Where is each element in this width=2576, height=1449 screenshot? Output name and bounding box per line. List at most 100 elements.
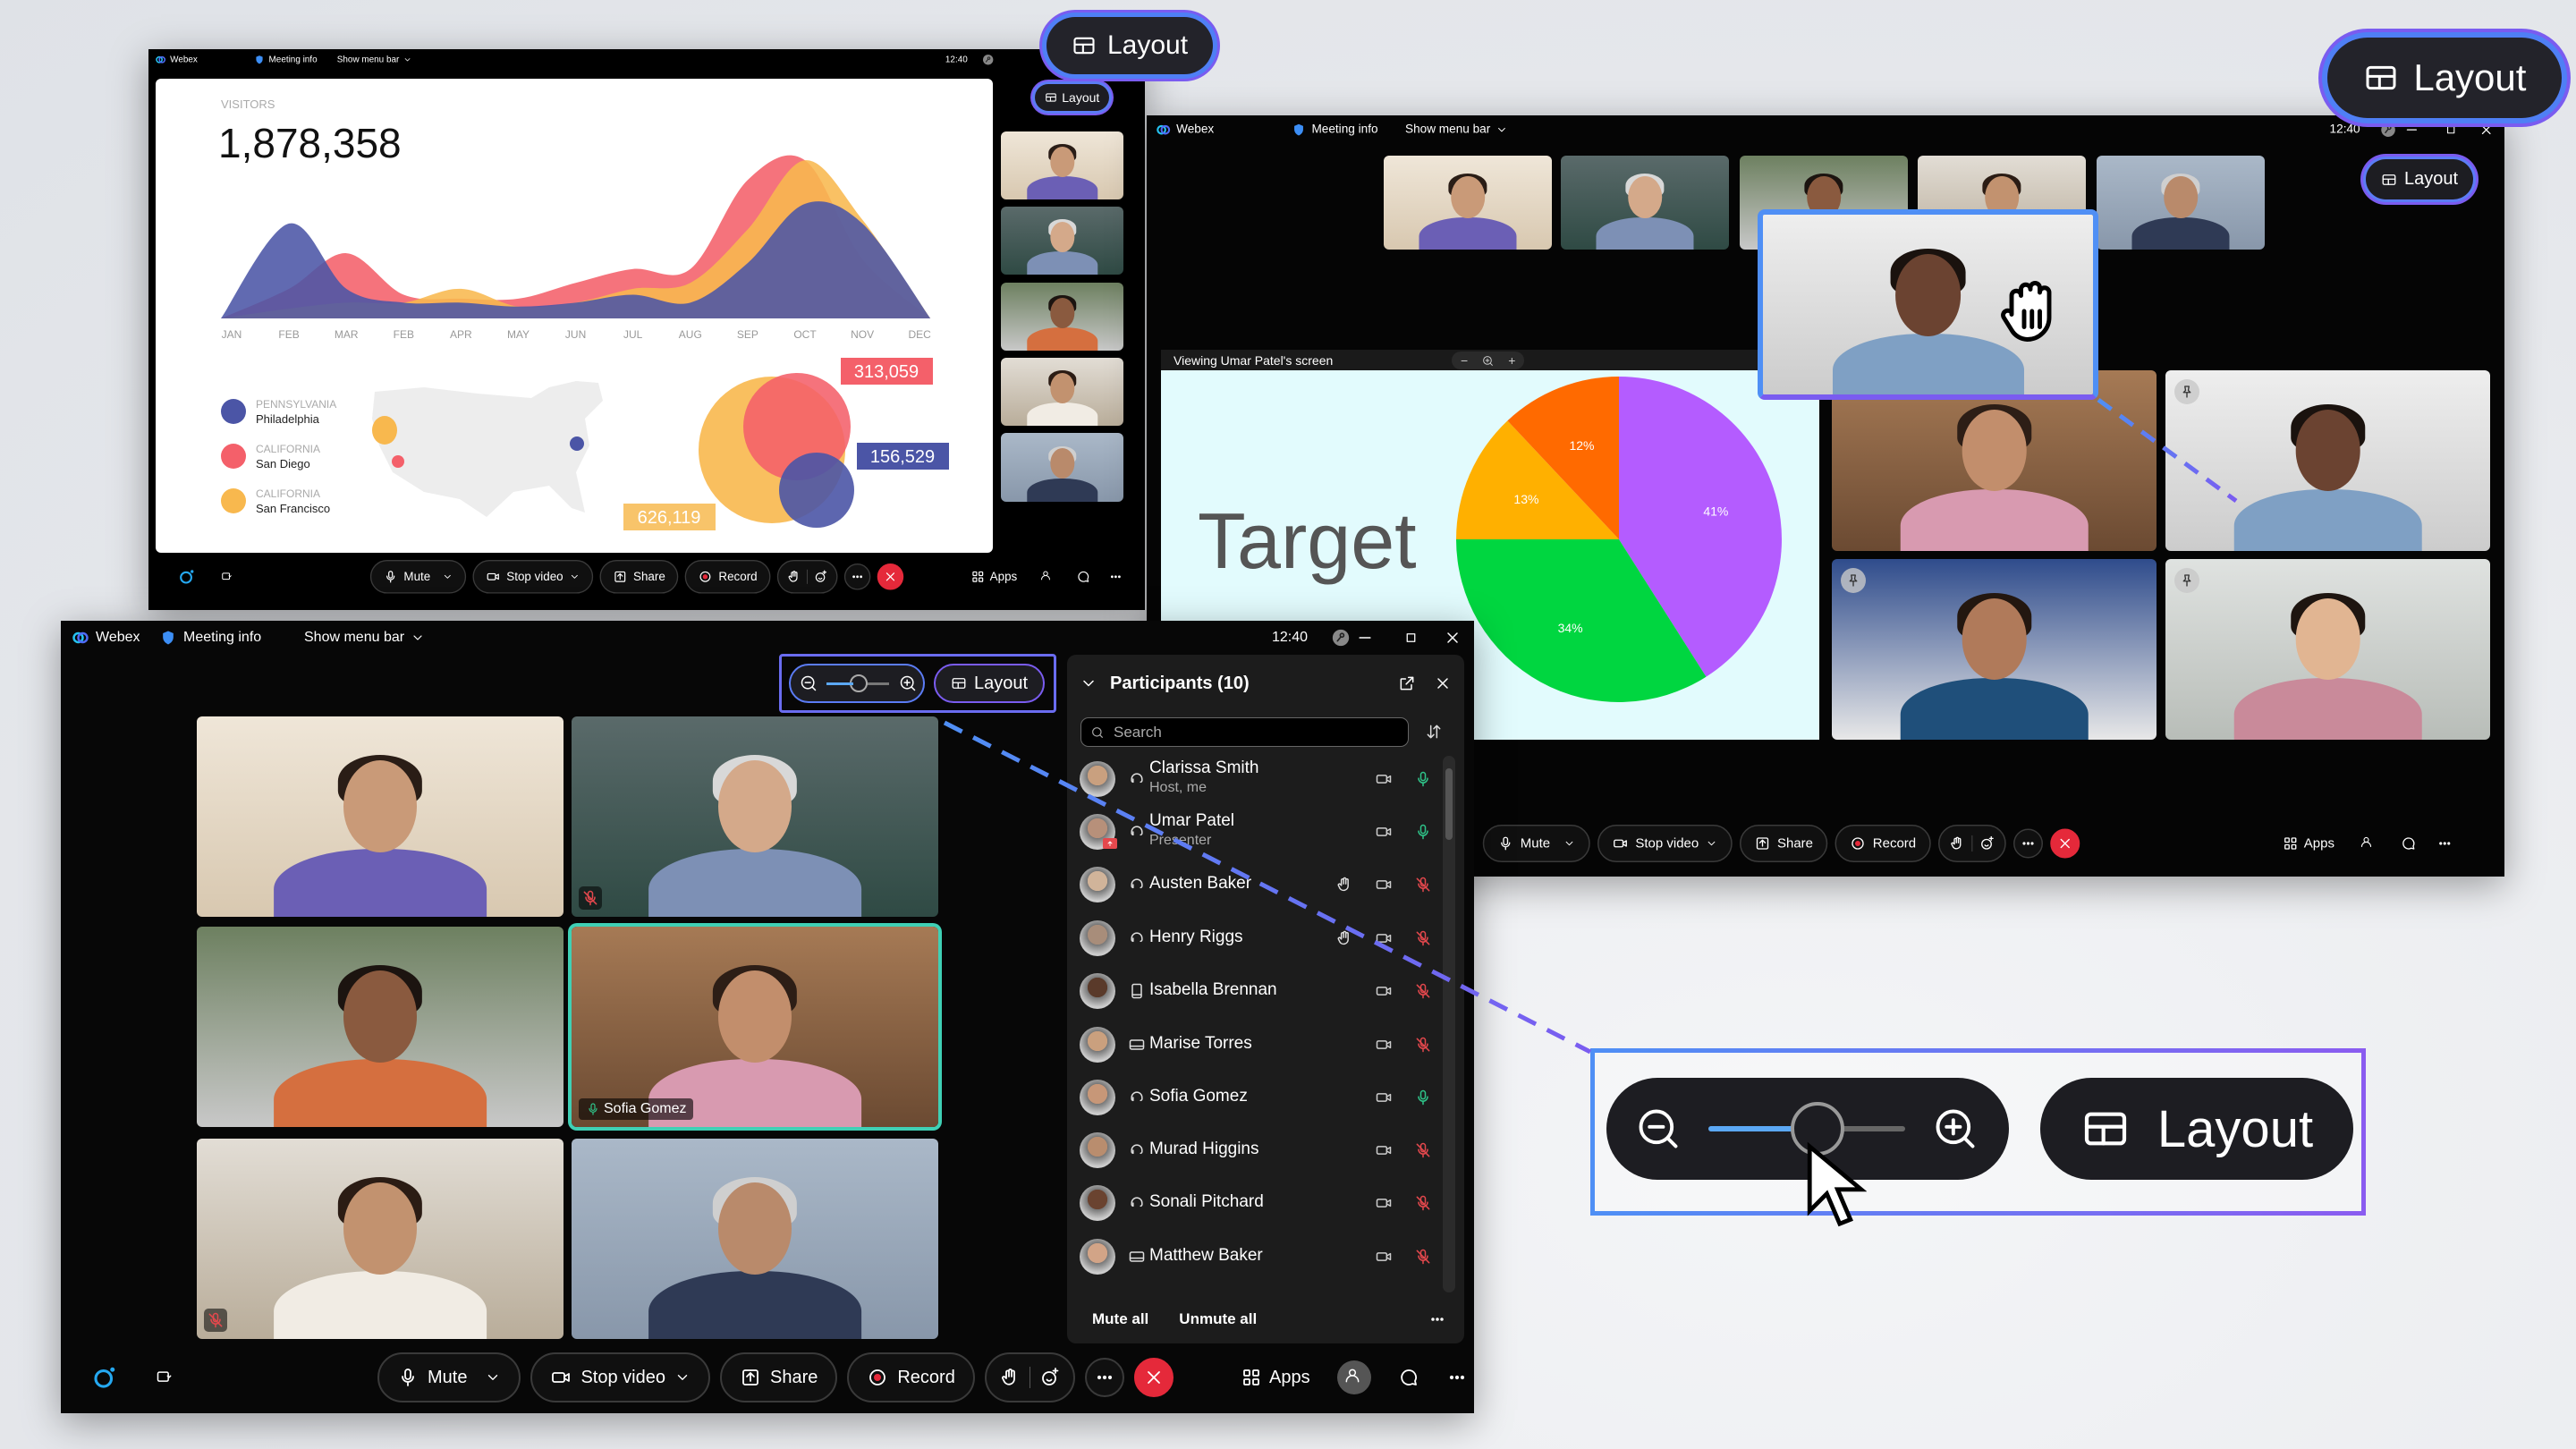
chevron-down-icon[interactable]	[569, 570, 580, 584]
video-tile[interactable]	[197, 1139, 564, 1339]
thumbnail-tile[interactable]	[2097, 156, 2265, 250]
share-button[interactable]: Share	[1739, 825, 1828, 862]
microphone-icon[interactable]	[1414, 1089, 1432, 1106]
muted-mic-icon[interactable]	[1414, 876, 1432, 894]
more-icon[interactable]	[1446, 1367, 1468, 1388]
mute-all-button[interactable]: Mute all	[1092, 1310, 1148, 1328]
participant-row[interactable]: Austen Baker	[1080, 859, 1437, 911]
participant-row[interactable]: Umar Patel Presenter	[1080, 806, 1437, 858]
thumbnail-tile[interactable]	[1384, 156, 1552, 250]
participant-row[interactable]: Sonali Pitchard	[1080, 1177, 1437, 1229]
collapse-chevron-icon[interactable]	[1080, 674, 1097, 692]
search-input[interactable]: Search	[1080, 717, 1409, 747]
show-menu-bar-button[interactable]: Show menu bar	[337, 49, 412, 71]
stop-video-button[interactable]: Stop video	[1597, 825, 1733, 862]
close-window-icon[interactable]	[1444, 629, 1462, 647]
participant-row[interactable]: Marise Torres	[1080, 1019, 1437, 1071]
meeting-info-button[interactable]: Meeting info	[254, 49, 318, 71]
end-call-button[interactable]	[877, 564, 904, 590]
reactions-button[interactable]	[984, 1352, 1075, 1402]
thumbnail-tile[interactable]	[1001, 131, 1123, 199]
pin-icon[interactable]	[2174, 379, 2199, 404]
layout-button[interactable]: Layout	[934, 664, 1045, 703]
captions-icon[interactable]	[221, 571, 233, 582]
pin-icon[interactable]	[2174, 568, 2199, 593]
reactions-button[interactable]	[776, 560, 838, 594]
zoom-out-icon[interactable]	[1635, 1106, 1682, 1152]
record-button[interactable]: Record	[684, 560, 771, 594]
microphone-icon[interactable]	[1414, 823, 1432, 841]
tile-size-slider[interactable]	[789, 664, 925, 703]
sort-icon[interactable]	[1425, 723, 1443, 741]
participant-row[interactable]: Matthew Baker	[1080, 1231, 1437, 1283]
zoom-in-icon[interactable]	[899, 674, 917, 692]
close-panel-icon[interactable]	[1434, 674, 1452, 692]
raise-hand-icon[interactable]	[999, 1367, 1021, 1388]
participant-row[interactable]: Henry Riggs	[1080, 912, 1437, 964]
pin-icon[interactable]	[1841, 568, 1866, 593]
video-tile[interactable]	[1832, 559, 2157, 740]
reaction-icon[interactable]	[1039, 1367, 1061, 1388]
share-button[interactable]: Share	[599, 560, 679, 594]
video-tile[interactable]	[2165, 559, 2490, 740]
ai-assistant-icon[interactable]	[178, 568, 196, 586]
chevron-down-icon[interactable]	[485, 1367, 501, 1388]
more-icon[interactable]	[1108, 570, 1123, 584]
stop-video-button[interactable]: Stop video	[530, 1352, 710, 1402]
layout-callout-top[interactable]: Layout	[1046, 17, 1213, 74]
more-options-button[interactable]	[843, 564, 871, 590]
end-call-button[interactable]	[1133, 1358, 1174, 1397]
participant-row[interactable]: Murad Higgins	[1080, 1124, 1437, 1176]
unmute-all-button[interactable]: Unmute all	[1179, 1310, 1257, 1328]
more-options-button[interactable]	[2012, 828, 2043, 859]
more-options-button[interactable]	[1084, 1358, 1124, 1397]
mute-button[interactable]: Mute	[1482, 825, 1591, 862]
participants-button[interactable]	[2354, 831, 2380, 857]
microphone-icon[interactable]	[1414, 770, 1432, 788]
participants-button[interactable]	[1035, 565, 1057, 588]
participant-row[interactable]: Isabella Brennan	[1080, 965, 1437, 1017]
reactions-button[interactable]	[1937, 825, 2006, 862]
stop-video-button[interactable]: Stop video	[472, 560, 594, 594]
apps-button[interactable]: Apps	[1241, 1367, 1310, 1388]
chat-icon[interactable]	[1076, 570, 1090, 584]
record-button[interactable]: Record	[1835, 825, 1931, 862]
chat-icon[interactable]	[2400, 835, 2416, 852]
maximize-icon[interactable]	[1403, 629, 1419, 647]
mute-button[interactable]: Mute	[377, 1352, 521, 1402]
show-menu-bar-button[interactable]: Show menu bar	[304, 621, 425, 655]
raise-hand-icon[interactable]	[786, 570, 801, 584]
layout-button[interactable]: Layout	[1035, 84, 1109, 111]
layout-button[interactable]: Layout	[2040, 1078, 2353, 1180]
record-button[interactable]: Record	[847, 1352, 975, 1402]
more-icon[interactable]	[2436, 835, 2453, 852]
zoom-in-icon[interactable]	[1932, 1106, 1979, 1152]
participant-row[interactable]: Clarissa Smith Host, me	[1080, 753, 1437, 805]
muted-mic-icon[interactable]	[1414, 1194, 1432, 1212]
slider-track[interactable]	[826, 674, 890, 692]
dragged-video-tile[interactable]	[1758, 209, 2098, 400]
video-tile[interactable]	[197, 927, 564, 1127]
video-tile[interactable]	[572, 1139, 938, 1339]
scrollbar[interactable]	[1443, 756, 1455, 1292]
apps-button[interactable]: Apps	[970, 570, 1017, 584]
participants-button[interactable]	[1336, 1360, 1371, 1394]
ai-assistant-icon[interactable]	[91, 1364, 118, 1391]
thumbnail-tile[interactable]	[1001, 207, 1123, 275]
muted-mic-icon[interactable]	[1414, 929, 1432, 947]
thumbnail-tile[interactable]	[1001, 283, 1123, 351]
zoom-out-icon[interactable]	[800, 674, 818, 692]
layout-callout-right[interactable]: Layout	[2327, 38, 2562, 118]
slider-track[interactable]	[1708, 1102, 1905, 1156]
participant-row[interactable]: Sofia Gomez	[1080, 1072, 1437, 1123]
chevron-down-icon[interactable]	[1563, 835, 1576, 852]
mute-button[interactable]: Mute	[369, 560, 467, 594]
reaction-icon[interactable]	[1979, 835, 1996, 852]
thumbnail-tile[interactable]	[1001, 433, 1123, 502]
muted-mic-icon[interactable]	[1414, 1248, 1432, 1266]
video-tile[interactable]	[2165, 370, 2490, 551]
chevron-down-icon[interactable]	[1706, 835, 1718, 852]
thumbnail-tile[interactable]	[1561, 156, 1729, 250]
thumbnail-tile[interactable]	[1001, 358, 1123, 426]
popout-icon[interactable]	[1398, 674, 1416, 692]
